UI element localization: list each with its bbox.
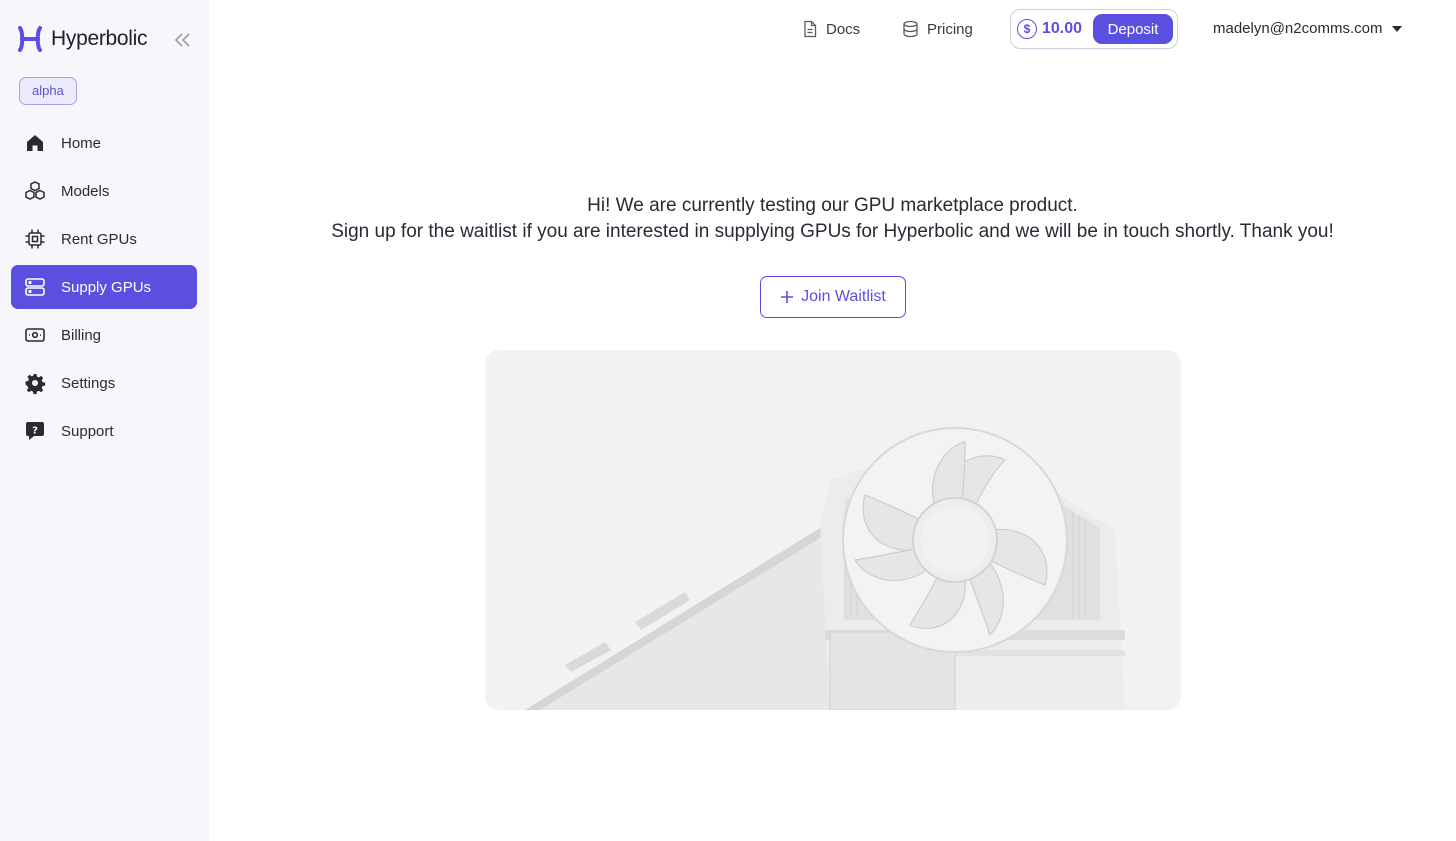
waitlist-message: Hi! We are currently testing our GPU mar…: [209, 193, 1456, 245]
user-email: madelyn@n2comms.com: [1213, 20, 1383, 37]
pricing-label: Pricing: [927, 20, 973, 38]
top-bar: Docs Pricing $ 10.00 Deposit madelyn@n2c…: [209, 0, 1456, 60]
sidebar-item-home[interactable]: Home: [11, 121, 197, 165]
wallet-balance: $ 10.00 Deposit: [1010, 9, 1178, 49]
message-line-1: Hi! We are currently testing our GPU mar…: [587, 195, 1078, 216]
sidebar-nav: Home Models Rent GPUs Supply GPUs Billin…: [11, 121, 197, 457]
gpu-hero-image: [485, 350, 1181, 710]
docs-label: Docs: [826, 20, 861, 38]
sidebar: Hyperbolic alpha Home Models Rent GPUs S…: [0, 0, 209, 841]
sidebar-item-support[interactable]: ? Support: [11, 409, 197, 453]
svg-text:?: ?: [32, 426, 38, 437]
sidebar-item-label: Rent GPUs: [61, 230, 137, 248]
hyperbolic-logo-icon: [18, 26, 42, 52]
collapse-sidebar-button[interactable]: [172, 30, 194, 50]
join-waitlist-label: Join Waitlist: [801, 288, 886, 305]
balance-amount: 10.00: [1042, 20, 1083, 37]
document-icon: [804, 20, 817, 38]
message-line-2: Sign up for the waitlist if you are inte…: [331, 221, 1334, 242]
cash-icon: [24, 324, 46, 346]
gear-icon: [24, 372, 46, 394]
dollar-icon: $: [1017, 19, 1037, 39]
sidebar-item-label: Support: [61, 422, 114, 440]
double-chevron-left-icon: [174, 33, 190, 47]
sidebar-item-models[interactable]: Models: [11, 169, 197, 213]
app-root: Hyperbolic alpha Home Models Rent GPUs S…: [0, 0, 1456, 841]
sidebar-item-billing[interactable]: Billing: [11, 313, 197, 357]
database-icon: [903, 20, 918, 38]
gpu-illustration: [525, 427, 1125, 710]
docs-link[interactable]: Docs: [802, 20, 860, 38]
sidebar-item-settings[interactable]: Settings: [11, 361, 197, 405]
join-waitlist-button[interactable]: Join Waitlist: [760, 276, 906, 318]
sidebar-item-label: Home: [61, 134, 102, 152]
caret-down-icon: [1392, 25, 1403, 32]
cubes-icon: [24, 180, 46, 202]
deposit-button[interactable]: Deposit: [1093, 14, 1173, 44]
server-icon: [24, 276, 46, 298]
alpha-badge: alpha: [19, 77, 77, 105]
home-icon: [24, 132, 46, 154]
pricing-link[interactable]: Pricing: [902, 20, 973, 38]
sidebar-item-label: Settings: [61, 374, 116, 392]
sidebar-item-rent-gpus[interactable]: Rent GPUs: [11, 217, 197, 261]
sidebar-item-label: Supply GPUs: [61, 278, 152, 296]
plus-icon: [781, 291, 794, 303]
help-chat-icon: ?: [24, 420, 46, 442]
sidebar-item-label: Billing: [61, 326, 102, 344]
brand-name: Hyperbolic: [51, 27, 148, 50]
sidebar-item-label: Models: [61, 182, 110, 200]
brand[interactable]: Hyperbolic: [18, 26, 148, 52]
chip-icon: [24, 228, 46, 250]
user-menu[interactable]: madelyn@n2comms.com: [1213, 20, 1403, 37]
sidebar-item-supply-gpus[interactable]: Supply GPUs: [11, 265, 197, 309]
